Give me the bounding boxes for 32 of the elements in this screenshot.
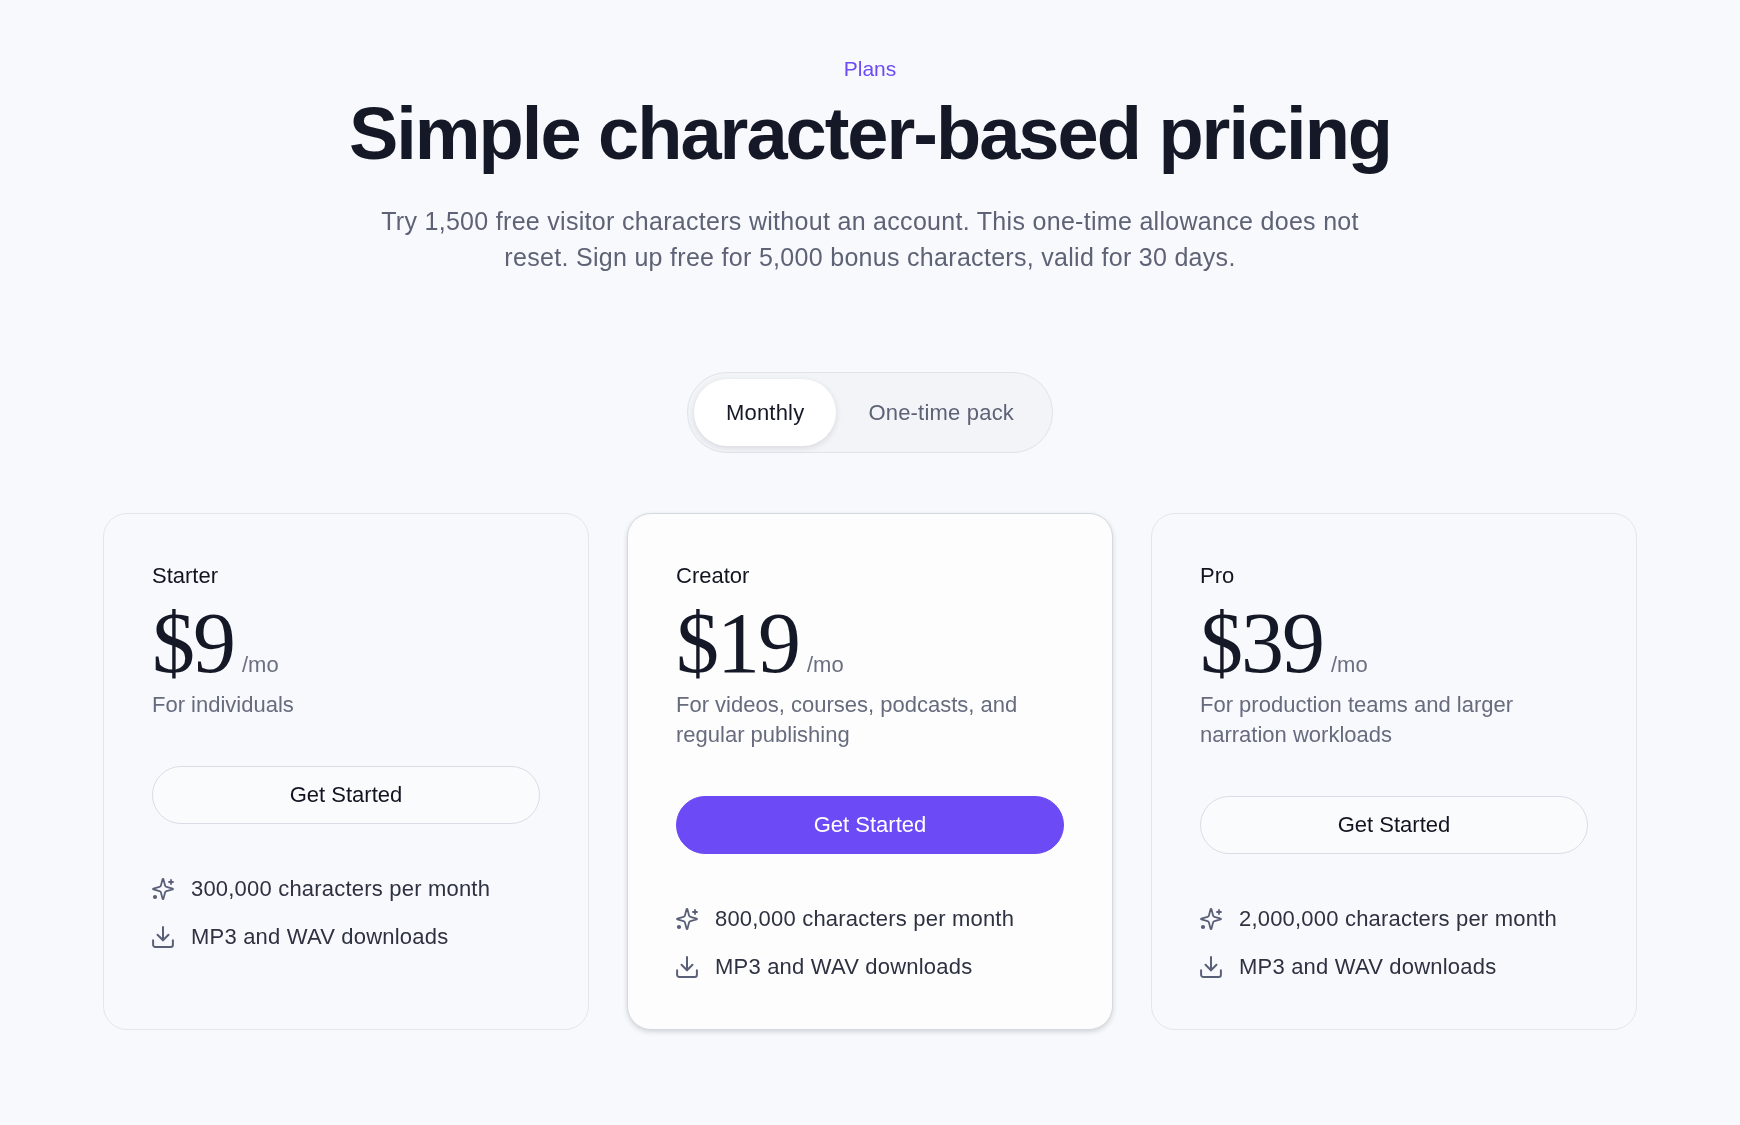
- sparkles-icon: [1200, 908, 1222, 930]
- price-period: /mo: [807, 651, 844, 679]
- feature-text: MP3 and WAV downloads: [715, 953, 973, 981]
- toggle-tab[interactable]: Monthly: [693, 379, 837, 446]
- feature-text: 2,000,000 characters per month: [1239, 905, 1557, 933]
- plan-name: Pro: [1200, 562, 1236, 590]
- feature-text: 300,000 characters per month: [191, 875, 491, 903]
- plan-name: Creator: [676, 562, 751, 590]
- feature-text: MP3 and WAV downloads: [191, 923, 449, 951]
- plan-price: $19: [676, 600, 799, 686]
- plan-price: $39: [1200, 600, 1323, 686]
- download-icon: [152, 926, 174, 948]
- get-started-button[interactable]: Get Started: [152, 766, 540, 824]
- sparkles-icon: [676, 908, 698, 930]
- sparkles-icon: [152, 878, 174, 900]
- plan-price: $9: [152, 600, 234, 686]
- plan-name: Starter: [152, 562, 220, 590]
- toggle-tab[interactable]: One-time pack: [836, 379, 1047, 446]
- page-title: Simple character-based pricing: [348, 93, 1392, 174]
- section-label: Plans: [843, 56, 897, 82]
- get-started-button[interactable]: Get Started: [1200, 796, 1588, 854]
- get-started-button[interactable]: Get Started: [676, 796, 1064, 854]
- feature-text: MP3 and WAV downloads: [1239, 953, 1497, 981]
- download-icon: [1200, 956, 1222, 978]
- price-period: /mo: [242, 651, 279, 679]
- download-icon: [676, 956, 698, 978]
- page-subtitle: Try 1,500 free visitor characters without an account. This one-time allowance does not reset. Sign up free for 5,000 bonus characters, valid for 30 days.: [380, 206, 1360, 273]
- price-period: /mo: [1331, 651, 1368, 679]
- feature-text: 800,000 characters per month: [715, 905, 1015, 933]
- plan-description: For individuals: [152, 691, 295, 719]
- plan-description: For videos, courses, podcasts, and regular publishing: [676, 691, 1019, 749]
- plan-description: For production teams and larger narration workloads: [1200, 691, 1515, 749]
